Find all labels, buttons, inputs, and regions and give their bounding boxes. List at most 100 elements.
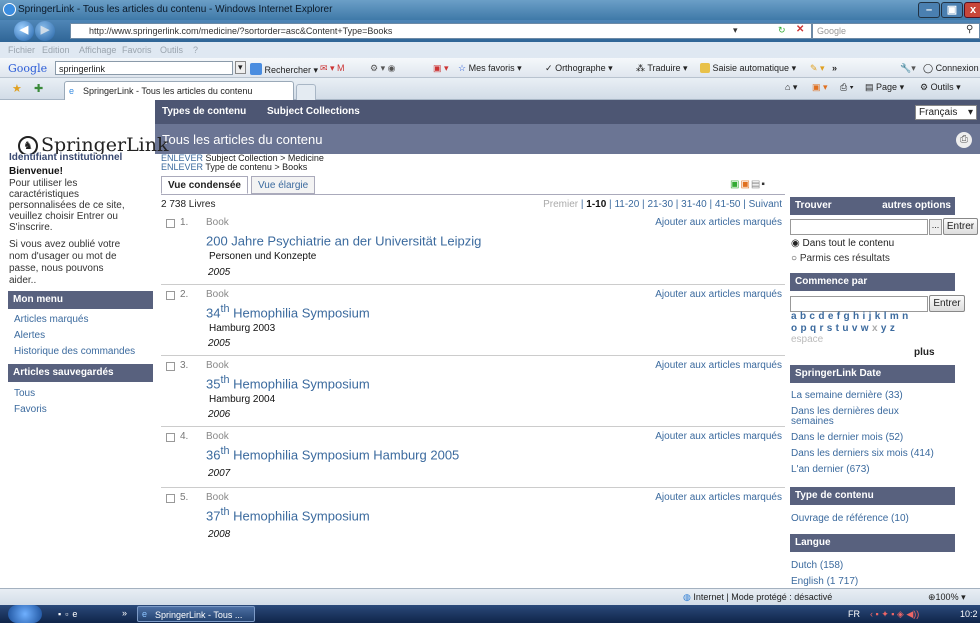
starts-with-submit-button[interactable]: Entrer: [929, 295, 965, 312]
autofill-button[interactable]: Saisie automatique ▾: [700, 63, 796, 74]
page-link-5[interactable]: 41-50: [715, 199, 741, 210]
back-icon[interactable]: ◀: [14, 21, 34, 41]
add-favorite-icon[interactable]: ✚: [34, 82, 43, 95]
popup-blocker-icon[interactable]: ▣ ▾: [433, 63, 449, 74]
query-dropdown-icon[interactable]: ▾: [235, 61, 246, 74]
search-box[interactable]: Google: [812, 23, 980, 39]
search-icon[interactable]: ⚲: [966, 24, 973, 35]
order-history-link[interactable]: Historique des commandes: [14, 346, 135, 357]
export-icons[interactable]: ▣▣▤▪: [730, 179, 766, 190]
more-chevron[interactable]: »: [832, 63, 837, 73]
item-title-link[interactable]: 36th Hemophilia Symposium Hamburg 2005: [206, 445, 459, 462]
browser-tab-active[interactable]: e SpringerLink - Tous les articles du co…: [64, 81, 294, 100]
add-to-marked-link[interactable]: Ajouter aux articles marqués: [655, 217, 782, 228]
google-query-input[interactable]: springerlink: [55, 61, 233, 75]
forgot-help-link[interactable]: aider..: [9, 275, 36, 287]
pen-icon[interactable]: ✎ ▾: [810, 63, 825, 74]
spellcheck-button[interactable]: ✓ Orthographe ▾: [545, 63, 613, 74]
favorites-star-icon[interactable]: ★: [12, 82, 22, 95]
language-select[interactable]: Français ▾: [915, 105, 977, 120]
page-menu[interactable]: ▤ Page ▾: [865, 82, 904, 93]
minimize-button[interactable]: –: [918, 2, 940, 18]
add-to-marked-link[interactable]: Ajouter aux articles marqués: [655, 360, 782, 371]
item-checkbox[interactable]: [166, 433, 175, 442]
menu-help[interactable]: ?: [193, 45, 198, 55]
tools-icons[interactable]: ⚙ ▾ ◉: [370, 63, 395, 74]
refresh-icon[interactable]: ↻: [778, 25, 786, 36]
menu-favorites[interactable]: Favoris: [122, 45, 152, 55]
taskbar-ie-button[interactable]: e SpringerLink - Tous ...: [137, 606, 255, 622]
find-browse-button[interactable]: ...: [929, 219, 942, 235]
item-title-link[interactable]: 34th Hemophilia Symposium: [206, 303, 370, 320]
print-page-icon[interactable]: ⎙: [956, 132, 972, 148]
item-title-link[interactable]: 200 Jahre Psychiatrie an der Universität…: [206, 231, 481, 248]
stop-icon[interactable]: ✕: [796, 24, 804, 35]
close-button[interactable]: x: [964, 2, 980, 18]
item-title-link[interactable]: 37th Hemophilia Symposium: [206, 506, 370, 523]
quicklaunch-icons[interactable]: ▪▫e: [58, 609, 81, 619]
scope-all-radio[interactable]: ◉ Dans tout le contenu: [791, 238, 894, 249]
feeds-icon[interactable]: ▣ ▾: [812, 82, 828, 93]
favorites-button[interactable]: ☆ Mes favoris ▾: [458, 63, 522, 74]
page-link-3[interactable]: 21-30: [647, 199, 673, 210]
nav-subject-collections[interactable]: Subject Collections: [267, 106, 360, 117]
nav-content-types[interactable]: Types de contenu: [162, 106, 246, 117]
saved-favorites-link[interactable]: Favoris: [14, 404, 47, 415]
forward-icon[interactable]: ▶: [35, 21, 55, 41]
tools-menu[interactable]: ⚙ Outils ▾: [920, 82, 961, 93]
letter-index-1[interactable]: a b c d e f g h i j k l m n: [791, 311, 909, 322]
item-checkbox[interactable]: [166, 362, 175, 371]
signin-button[interactable]: ◯ Connexion: [923, 63, 979, 74]
maximize-button[interactable]: ▣: [941, 2, 963, 18]
add-to-marked-link[interactable]: Ajouter aux articles marqués: [655, 431, 782, 442]
new-tab-button[interactable]: [296, 84, 316, 100]
tab-condensed-view[interactable]: Vue condensée: [161, 176, 248, 194]
menu-view[interactable]: Affichage: [79, 45, 116, 55]
more-options-link[interactable]: autres options: [882, 200, 951, 211]
remove-type-link[interactable]: ENLEVER: [161, 162, 203, 172]
print-icon[interactable]: ⎙ ▾: [840, 82, 853, 93]
date-two-weeks-cont[interactable]: semaines: [791, 416, 834, 427]
menu-edit[interactable]: Edition: [42, 45, 70, 55]
date-last-week[interactable]: La semaine dernière (33): [791, 390, 903, 401]
date-last-year[interactable]: L'an dernier (673): [791, 464, 870, 475]
zoom-level[interactable]: ⊕100% ▾: [928, 592, 966, 603]
find-submit-button[interactable]: Entrer: [943, 218, 978, 235]
tab-expanded-view[interactable]: Vue élargie: [251, 176, 316, 194]
type-reference[interactable]: Ouvrage de référence (10): [791, 513, 909, 524]
date-six-months[interactable]: Dans les derniers six mois (414): [791, 448, 934, 459]
marked-articles-link[interactable]: Articles marqués: [14, 314, 88, 325]
plus-link[interactable]: plus: [914, 347, 935, 358]
item-checkbox[interactable]: [166, 494, 175, 503]
url-field[interactable]: http://www.springerlink.com/medicine/?so…: [70, 23, 812, 39]
url-dropdown-icon[interactable]: ▾: [733, 25, 738, 36]
lang-english[interactable]: English (1 717): [791, 576, 858, 587]
find-input[interactable]: [790, 219, 928, 235]
menu-tools[interactable]: Outils: [160, 45, 183, 55]
quicklaunch-more[interactable]: »: [122, 608, 127, 618]
wrench-icon[interactable]: 🔧▾: [900, 63, 916, 74]
menu-file[interactable]: Fichier: [8, 45, 35, 55]
saved-all-link[interactable]: Tous: [14, 388, 35, 399]
lang-dutch[interactable]: Dutch (158): [791, 560, 843, 571]
start-button[interactable]: [8, 605, 42, 623]
google-search-button[interactable]: Rechercher ▾: [250, 63, 318, 76]
date-last-month[interactable]: Dans le dernier mois (52): [791, 432, 903, 443]
translate-button[interactable]: ⁂ Traduire ▾: [636, 63, 688, 74]
page-link-2[interactable]: 11-20: [614, 199, 639, 210]
home-icon[interactable]: ⌂ ▾: [785, 82, 797, 93]
alerts-link[interactable]: Alertes: [14, 330, 45, 341]
gmail-icon[interactable]: ✉ ▾ M: [320, 63, 345, 74]
item-title-link[interactable]: 35th Hemophilia Symposium: [206, 374, 370, 391]
starts-with-input[interactable]: [790, 296, 928, 312]
tray-icons[interactable]: ‹ ▪ ✦ ▪ ◈ ◀)): [870, 609, 919, 620]
item-checkbox[interactable]: [166, 291, 175, 300]
add-to-marked-link[interactable]: Ajouter aux articles marqués: [655, 289, 782, 300]
letter-index-2[interactable]: o p q r s t u v w x y z: [791, 323, 895, 334]
language-indicator[interactable]: FR: [848, 609, 860, 619]
page-link-4[interactable]: 31-40: [681, 199, 707, 210]
page-next[interactable]: Suivant: [749, 199, 782, 210]
item-checkbox[interactable]: [166, 219, 175, 228]
scope-results-radio[interactable]: ○ Parmis ces résultats: [791, 253, 890, 264]
add-to-marked-link[interactable]: Ajouter aux articles marqués: [655, 492, 782, 503]
